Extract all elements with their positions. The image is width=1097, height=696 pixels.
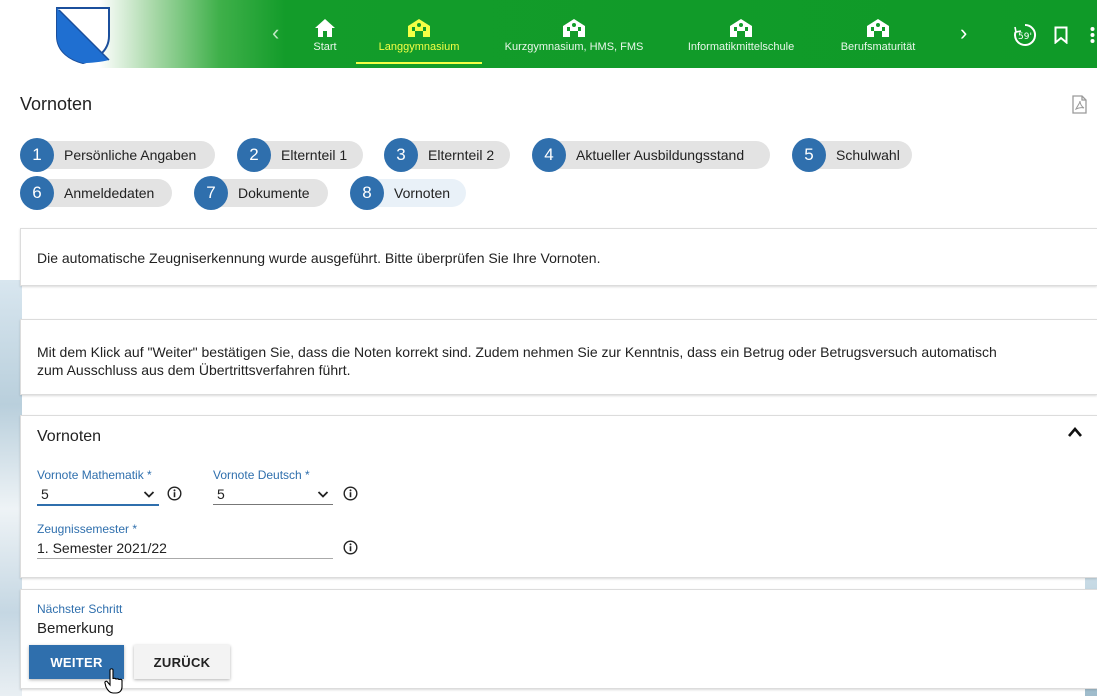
nav-scroll-left-icon[interactable]: ‹ xyxy=(272,22,279,44)
semester-underline xyxy=(37,558,333,559)
step-label: Persönliche Angaben xyxy=(64,147,197,163)
math-grade-select[interactable]: 5 xyxy=(41,486,49,502)
step-elternteil-2[interactable]: 3 Elternteil 2 xyxy=(384,138,510,172)
step-number: 3 xyxy=(384,138,418,172)
step-label: Schulwahl xyxy=(836,147,900,163)
more-menu-icon[interactable] xyxy=(1088,26,1097,49)
confirmation-notice-card: Mit dem Klick auf "Weiter" bestätigen Si… xyxy=(20,319,1097,395)
german-grade-label: Vornote Deutsch * xyxy=(213,468,310,482)
nav-scroll-right-icon[interactable]: › xyxy=(960,22,967,44)
german-grade-select[interactable]: 5 xyxy=(217,486,225,502)
school-icon xyxy=(408,19,430,37)
step-number: 6 xyxy=(20,176,54,210)
nav-item-start[interactable]: Start xyxy=(300,18,350,66)
nav-item-label: Kurzgymnasium, HMS, FMS xyxy=(504,41,644,53)
semester-input[interactable]: 1. Semester 2021/22 xyxy=(37,540,167,556)
step-dokumente[interactable]: 7 Dokumente xyxy=(194,176,328,210)
school-icon xyxy=(730,19,752,37)
step-label: Elternteil 2 xyxy=(428,147,495,163)
step-number: 4 xyxy=(532,138,566,172)
school-icon xyxy=(563,19,585,37)
info-icon[interactable] xyxy=(167,486,182,501)
info-icon[interactable] xyxy=(343,540,358,555)
step-number: 2 xyxy=(237,138,271,172)
school-icon xyxy=(867,19,889,37)
nav-item-informatikmittelschule[interactable]: Informatikmittelschule xyxy=(676,18,806,66)
collapse-chevron-up-icon[interactable] xyxy=(1067,426,1083,438)
nav-item-berufsmaturitaet[interactable]: Berufsmaturität xyxy=(828,18,928,66)
step-label: Dokumente xyxy=(238,185,310,201)
step-label: Vornoten xyxy=(394,185,451,201)
grades-section-card: Vornoten Vornote Mathematik * 5 Vornote … xyxy=(20,415,1097,578)
math-grade-label: Vornote Mathematik * xyxy=(37,468,152,482)
top-navigation-bar: ‹ Start Langgymnasium Kurzgymnasium, HMS… xyxy=(0,0,1097,68)
nav-item-label: Start xyxy=(313,41,337,53)
step-elternteil-1[interactable]: 2 Elternteil 1 xyxy=(237,138,363,172)
step-schulwahl[interactable]: 5 Schulwahl xyxy=(792,138,912,172)
nav-item-label: Berufsmaturität xyxy=(840,41,916,53)
active-underline xyxy=(356,62,482,64)
confirmation-notice-text: Mit dem Klick auf "Weiter" bestätigen Si… xyxy=(37,344,997,378)
timer-text: 59' xyxy=(1018,32,1032,42)
step-number: 1 xyxy=(20,138,54,172)
step-vornoten[interactable]: 8 Vornoten xyxy=(350,176,466,210)
next-step-value: Bemerkung xyxy=(37,620,114,637)
step-label: Elternteil 1 xyxy=(281,147,348,163)
step-label: Anmeldedaten xyxy=(64,185,155,201)
home-icon xyxy=(315,19,335,37)
chevron-down-icon[interactable] xyxy=(143,490,155,499)
step-number: 5 xyxy=(792,138,826,172)
recognition-notice-card: Die automatische Zeugniserkennung wurde … xyxy=(20,228,1097,286)
background-decoration xyxy=(0,280,22,696)
nav-item-langgymnasium[interactable]: Langgymnasium xyxy=(356,18,482,66)
info-icon[interactable] xyxy=(343,486,358,501)
zurueck-button[interactable]: ZURÜCK xyxy=(134,645,230,679)
next-step-label: Nächster Schritt xyxy=(37,602,123,616)
session-timer-icon[interactable]: 59' xyxy=(1012,22,1038,53)
grades-section-title: Vornoten xyxy=(37,428,102,445)
step-number: 7 xyxy=(194,176,228,210)
step-aktueller-ausbildungsstand[interactable]: 4 Aktueller Ausbildungsstand xyxy=(532,138,770,172)
page-title: Vornoten xyxy=(20,94,93,114)
step-label: Aktueller Ausbildungsstand xyxy=(576,147,745,163)
step-number: 8 xyxy=(350,176,384,210)
chevron-down-icon[interactable] xyxy=(317,490,329,499)
step-anmeldedaten[interactable]: 6 Anmeldedaten xyxy=(20,176,172,210)
hand-cursor-icon xyxy=(104,668,123,694)
pdf-export-icon[interactable] xyxy=(1072,95,1087,114)
zurich-coat-of-arms-logo[interactable] xyxy=(55,6,111,64)
recognition-notice-text: Die automatische Zeugniserkennung wurde … xyxy=(37,250,601,266)
nav-item-label: Langgymnasium xyxy=(378,41,460,53)
german-grade-underline xyxy=(213,504,333,505)
math-grade-underline xyxy=(37,504,159,506)
bookmark-icon[interactable] xyxy=(1054,26,1068,49)
semester-label: Zeugnissemester * xyxy=(37,522,138,536)
nav-item-label: Informatikmittelschule xyxy=(687,41,795,53)
step-persoenliche-angaben[interactable]: 1 Persönliche Angaben xyxy=(20,138,215,172)
nav-item-kurzgymnasium[interactable]: Kurzgymnasium, HMS, FMS xyxy=(494,18,654,66)
